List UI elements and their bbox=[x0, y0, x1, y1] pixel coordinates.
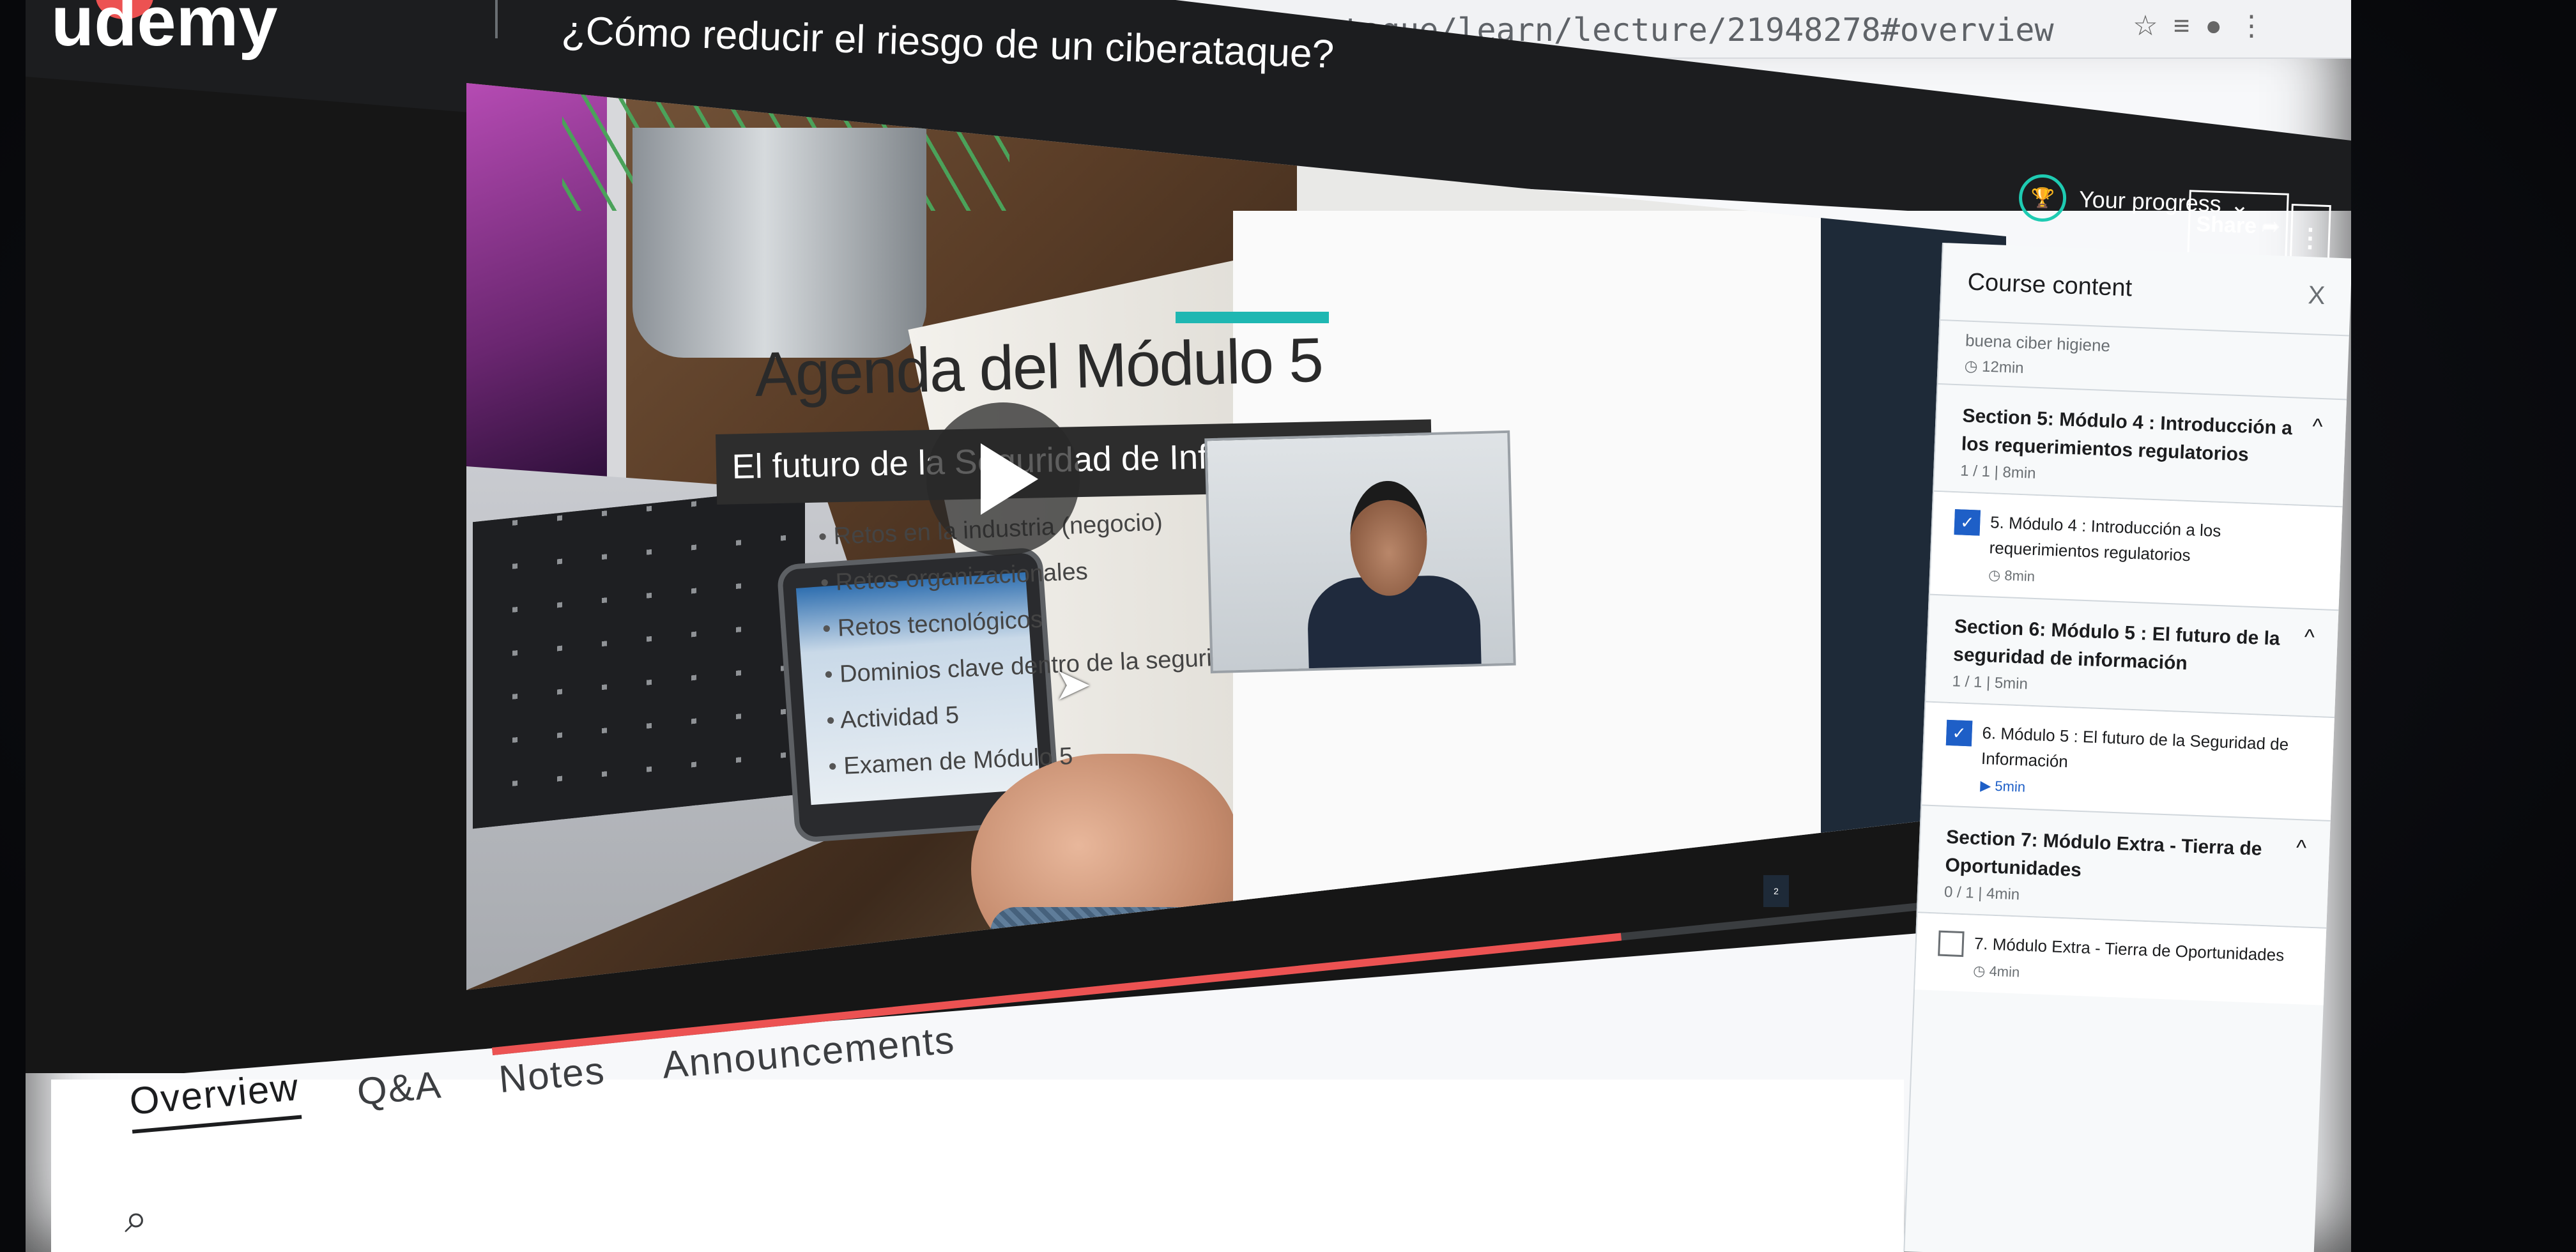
sidebar-title: Course content bbox=[1966, 268, 2133, 302]
browser-toolbar-icons[interactable]: ☆≡●⋮ bbox=[2133, 10, 2281, 42]
chevron-up-icon: ^ bbox=[2296, 835, 2307, 860]
list-item[interactable]: ✓ 6. Módulo 5 : El futuro de la Segurida… bbox=[1922, 702, 2334, 820]
slide-page-number: 2 bbox=[1763, 875, 1789, 907]
share-arrow-icon: ➦ bbox=[2261, 214, 2281, 240]
list-item[interactable]: ✓ 5. Módulo 4 : Introducción a los reque… bbox=[1929, 491, 2343, 610]
course-content-sidebar: Course content X buena ciber higiene ◷ 1… bbox=[1903, 243, 2351, 1252]
lecture-title: 5. Módulo 4 : Introducción a los requeri… bbox=[1989, 512, 2221, 565]
profile-icon[interactable]: ● bbox=[2205, 10, 2237, 42]
trophy-icon: 🏆 bbox=[2018, 173, 2067, 223]
screen: ...iberataque/learn/lecture/21948278#ove… bbox=[26, 0, 2351, 1252]
lecture-duration: 12min bbox=[1981, 358, 2025, 378]
lecture-duration: 4min bbox=[1989, 963, 2020, 981]
section-header[interactable]: Section 5: Módulo 4 : Introducción a los… bbox=[1934, 383, 2347, 508]
section-header[interactable]: Section 7: Módulo Extra - Tierra de Opor… bbox=[1917, 804, 2331, 929]
checkbox[interactable] bbox=[1938, 930, 1965, 958]
section-title: Section 6: Módulo 5 : El futuro de la se… bbox=[1952, 616, 2281, 675]
play-button[interactable] bbox=[926, 402, 1080, 556]
instructor-webcam bbox=[1204, 430, 1516, 674]
lecture-title: 6. Módulo 5 : El futuro de la Seguridad … bbox=[1981, 722, 2289, 772]
tab-notes[interactable]: Notes bbox=[497, 1048, 607, 1101]
checkbox[interactable]: ✓ bbox=[1954, 509, 1981, 536]
close-icon[interactable]: X bbox=[2308, 281, 2326, 310]
list-item[interactable]: 7. Módulo Extra - Tierra de Oportunidade… bbox=[1915, 913, 2327, 1005]
reader-icon[interactable]: ≡ bbox=[2174, 10, 2205, 42]
section-title: Section 7: Módulo Extra - Tierra de Opor… bbox=[1944, 826, 2263, 882]
chevron-up-icon: ^ bbox=[2304, 625, 2315, 650]
search-icon[interactable]: ⌕ bbox=[125, 1195, 148, 1242]
play-circle-icon: ▶ bbox=[1979, 777, 1991, 794]
sidebar-header: Course content X bbox=[1940, 243, 2351, 337]
keyboard bbox=[473, 487, 805, 829]
lecture-duration: 5min bbox=[1994, 777, 2026, 795]
section-header[interactable]: Section 6: Módulo 5 : El futuro de la se… bbox=[1926, 593, 2339, 719]
lecture-duration: 8min bbox=[2004, 567, 2035, 584]
section-title: Section 5: Módulo 4 : Introducción a los… bbox=[1961, 405, 2293, 466]
plant-pot bbox=[632, 128, 926, 358]
menu-icon[interactable]: ⋮ bbox=[2237, 10, 2281, 42]
slide-title: Agenda del Módulo 5 bbox=[754, 324, 1323, 409]
play-circle-icon: ◷ bbox=[1964, 357, 1979, 376]
checkbox[interactable]: ✓ bbox=[1945, 719, 1973, 747]
lecture-title: 7. Módulo Extra - Tierra de Oportunidade… bbox=[1974, 933, 2285, 965]
share-label: Share bbox=[2195, 211, 2257, 238]
play-circle-icon: ◷ bbox=[1988, 567, 2001, 583]
slide-accent-bar bbox=[1176, 312, 1329, 323]
lecture-title: buena ciber higiene bbox=[1965, 330, 2111, 356]
star-icon[interactable]: ☆ bbox=[2133, 10, 2173, 42]
chevron-up-icon: ^ bbox=[2312, 414, 2324, 439]
header-divider bbox=[495, 0, 498, 38]
mouse-cursor-icon: ➤ bbox=[1054, 659, 1092, 709]
play-circle-icon: ◷ bbox=[1972, 962, 1986, 979]
logo[interactable]: udemy bbox=[51, 0, 278, 62]
tab-qa[interactable]: Q&A bbox=[355, 1062, 443, 1113]
share-button[interactable]: Share ➦ bbox=[2187, 190, 2289, 261]
